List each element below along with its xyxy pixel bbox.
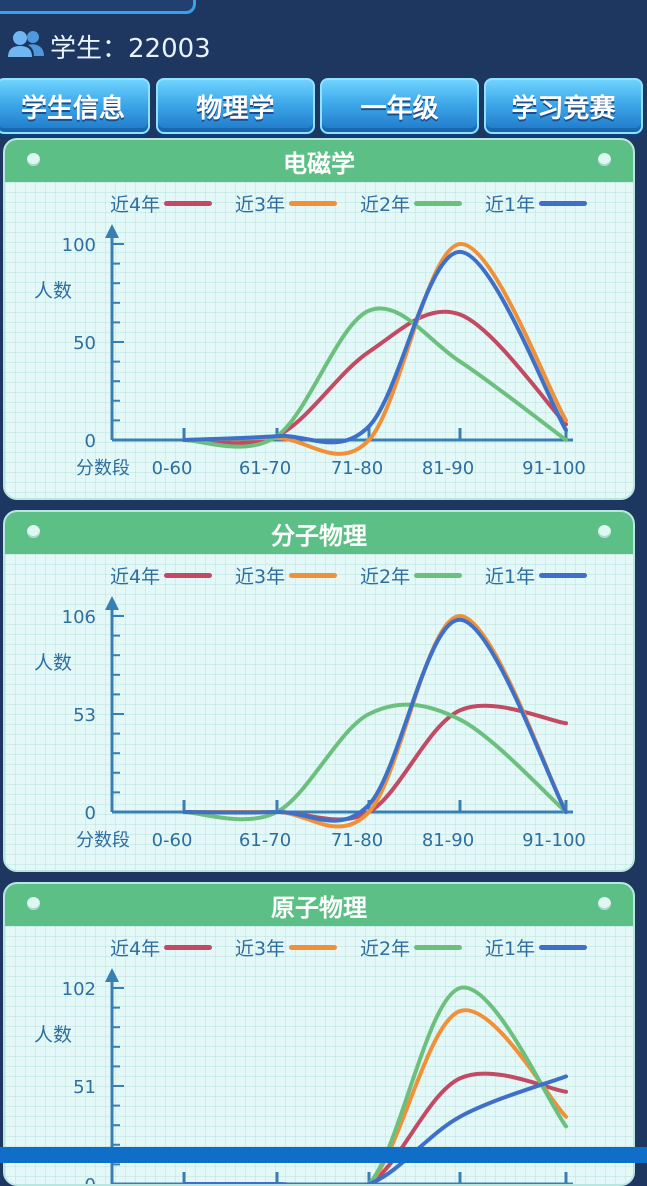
x-tick-label: 0-60 — [152, 458, 193, 479]
x-tick-label: 71-80 — [331, 830, 383, 851]
tab-physics[interactable]: 物理学 — [156, 78, 315, 134]
series-line-近2年 — [182, 306, 568, 449]
x-tick-label: 81-90 — [422, 458, 474, 479]
y-tick-label: 50 — [73, 333, 96, 354]
y-tick-label: 102 — [62, 979, 96, 1000]
y-axis-arrow — [105, 224, 119, 238]
y-axis-label: 人数 — [34, 1024, 72, 1046]
series-line-近4年 — [182, 309, 568, 446]
series-line-近1年 — [182, 1074, 568, 1184]
y-axis-arrow — [105, 968, 119, 982]
users-icon — [8, 29, 44, 63]
line-chart: 0 53 106 人数 0-60 61-70 71-80 81-90 91-100 分数段 — [34, 596, 586, 851]
x-tick-label: 91-100 — [522, 830, 586, 851]
x-tick-label: 0-60 — [152, 830, 193, 851]
student-info: 学生：22003 — [8, 26, 211, 66]
y-tick-label: 106 — [62, 607, 96, 628]
y-tick-label: 51 — [73, 1077, 96, 1098]
x-tick-label: 61-70 — [239, 458, 291, 479]
tab-bar: 学生信息 物理学 一年级 学习竞赛 — [0, 78, 647, 134]
x-tick-label: 81-90 — [422, 830, 474, 851]
chart-panel-electromagnetism: 电磁学 近4年 近3年 近2年 近1年 0 50 100 人数 0-60 61-70 71-… — [3, 138, 635, 500]
bottom-bar — [0, 1147, 647, 1163]
x-tick-label: 61-70 — [239, 830, 291, 851]
x-axis-label: 分数段 — [76, 458, 130, 479]
y-tick-label: 0 — [85, 431, 96, 452]
chart-panel-atomic-physics: 原子物理 近4年 近3年 近2年 近1年 051102人数0-6061-7071… — [3, 882, 635, 1186]
series-line-近4年 — [182, 1071, 568, 1184]
tab-competition[interactable]: 学习竞赛 — [484, 78, 643, 134]
series-line-近1年 — [182, 617, 568, 823]
y-tick-label: 0 — [85, 803, 96, 824]
tab-grade-one[interactable]: 一年级 — [320, 78, 479, 134]
student-label: 学生：22003 — [50, 33, 211, 64]
y-axis-label: 人数 — [34, 280, 72, 302]
x-tick-label: 71-80 — [331, 458, 383, 479]
line-chart: 0 50 100 人数 0-60 61-70 71-80 81-90 91-100 分数段 — [34, 224, 586, 479]
y-axis-arrow — [105, 596, 119, 610]
top-frame-decoration — [0, 0, 196, 14]
line-chart: 051102人数0-6061-7071-8081-9091-100分数段 — [34, 968, 573, 1186]
y-axis-label: 人数 — [34, 652, 72, 674]
y-tick-label: 0 — [85, 1175, 96, 1186]
y-tick-label: 100 — [62, 235, 96, 256]
chart-panel-molecular-physics: 分子物理 近4年 近3年 近2年 近1年 0 53 106 人数 0-60 61-70 71… — [3, 510, 635, 872]
x-axis-label: 分数段 — [76, 830, 130, 851]
tab-student-info[interactable]: 学生信息 — [0, 78, 150, 134]
y-tick-label: 53 — [73, 705, 96, 726]
x-tick-label: 91-100 — [522, 458, 586, 479]
